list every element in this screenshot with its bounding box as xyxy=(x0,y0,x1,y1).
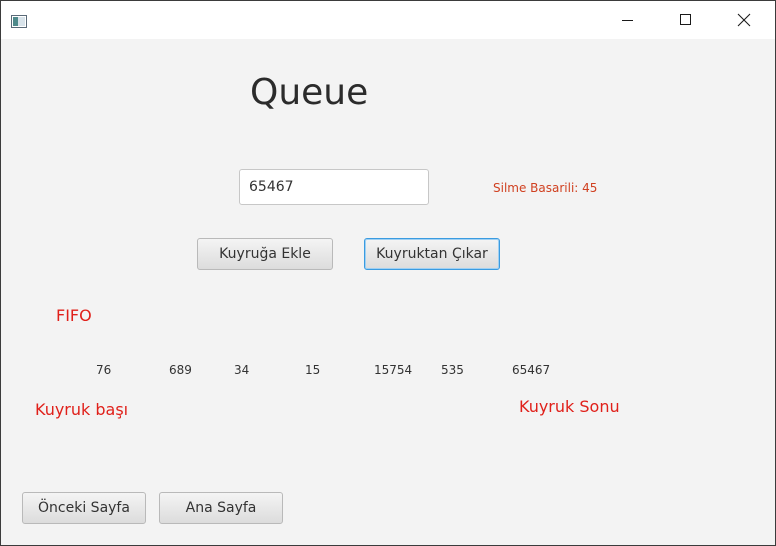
dequeue-button[interactable]: Kuyruktan Çıkar xyxy=(364,238,500,270)
queue-item: 65467 xyxy=(512,363,551,377)
maximize-icon[interactable] xyxy=(657,1,715,39)
home-page-button[interactable]: Ana Sayfa xyxy=(159,492,283,524)
queue-item: 76 xyxy=(96,363,112,377)
queue-tail-label: Kuyruk Sonu xyxy=(519,397,620,416)
close-icon[interactable] xyxy=(715,1,773,39)
status-message: Silme Basarili: 45 xyxy=(493,181,598,195)
page-title: Queue xyxy=(250,72,369,113)
title-bar[interactable] xyxy=(1,1,775,39)
queue-item: 15 xyxy=(305,363,321,377)
minimize-icon[interactable] xyxy=(599,1,657,39)
queue-head-label: Kuyruk başı xyxy=(35,400,129,419)
queue-item: 34 xyxy=(234,363,250,377)
queue-item: 689 xyxy=(169,363,192,377)
java-app-icon xyxy=(11,13,27,28)
queue-item: 15754 xyxy=(374,363,413,377)
enqueue-button[interactable]: Kuyruğa Ekle xyxy=(197,238,333,270)
queue-item: 535 xyxy=(441,363,464,377)
previous-page-button[interactable]: Önceki Sayfa xyxy=(22,492,146,524)
value-input[interactable] xyxy=(239,169,429,205)
app-window: Queue Silme Basarili: 45 Kuyruğa Ekle Ku… xyxy=(0,0,776,546)
fifo-label: FIFO xyxy=(56,306,92,325)
